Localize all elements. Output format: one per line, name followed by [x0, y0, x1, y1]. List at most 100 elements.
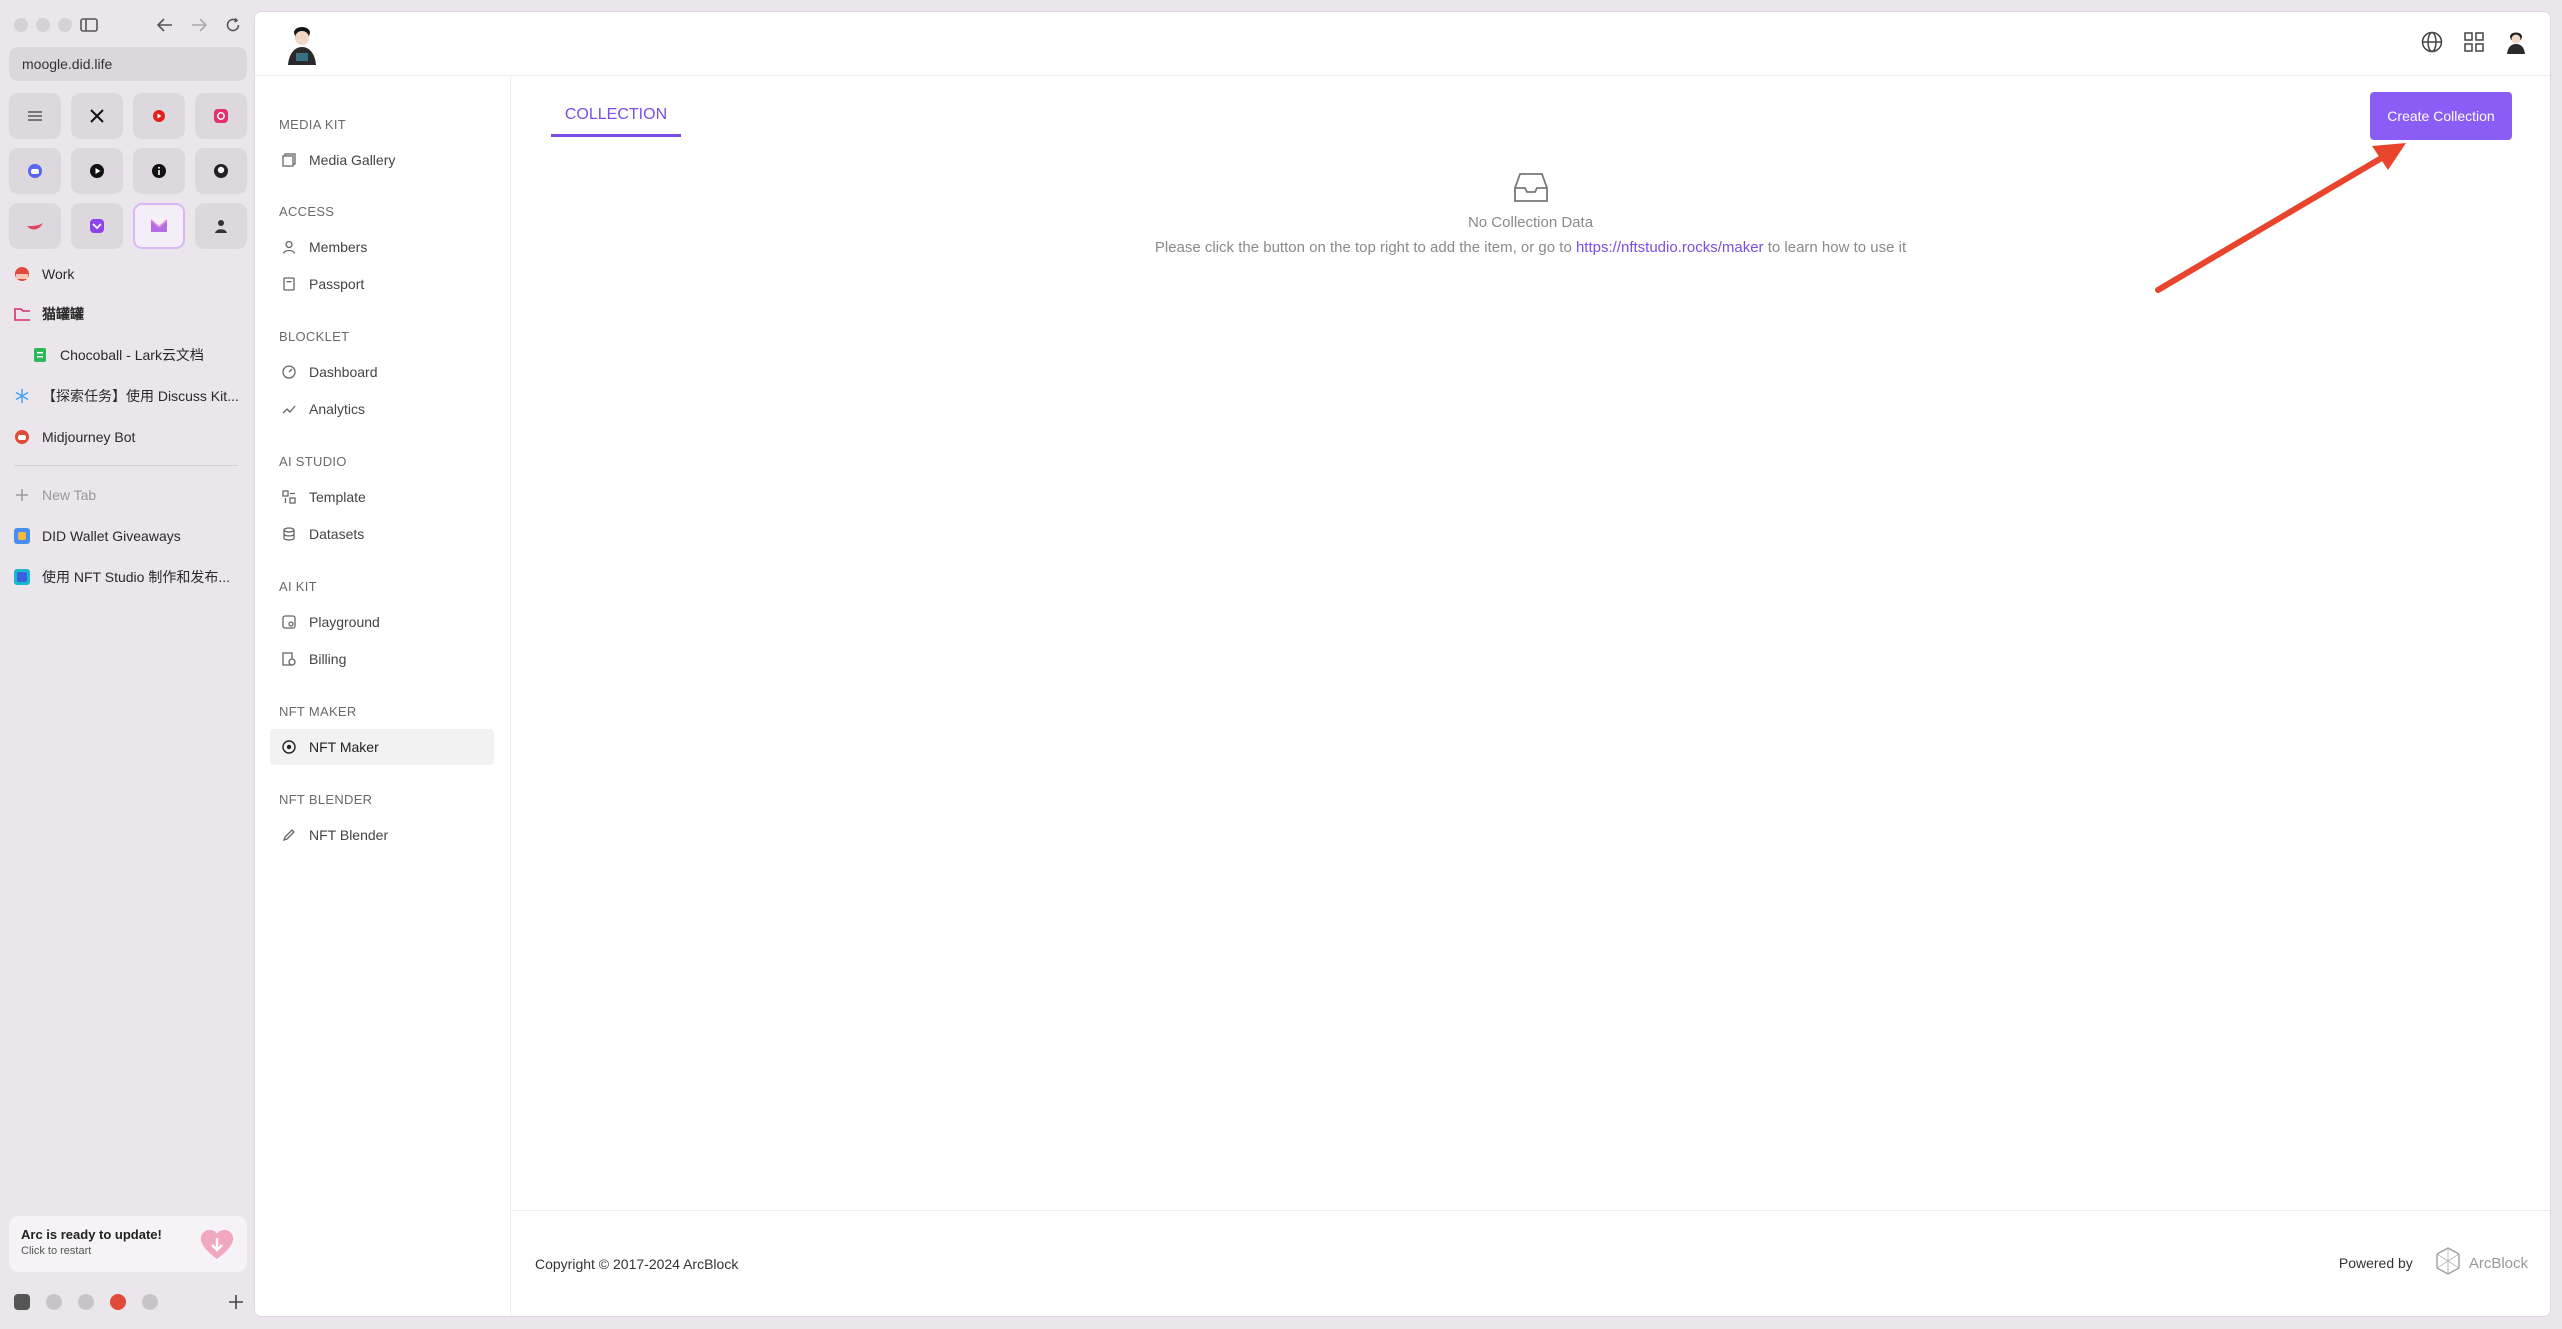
- browser-sidebar: moogle.did.life Work 猫罐罐 Chocoball - Lar…: [0, 0, 254, 1329]
- tab-label: 使用 NFT Studio 制作和发布...: [42, 569, 230, 585]
- user-icon: [281, 239, 297, 255]
- back-arrow-icon[interactable]: [152, 12, 178, 38]
- tab-folder[interactable]: 猫罐罐: [14, 299, 244, 329]
- close-window-button[interactable]: [14, 18, 28, 32]
- wallet-icon: [14, 528, 30, 544]
- sidebar-item-label: Playground: [309, 614, 380, 630]
- sidebar-item-template[interactable]: Template: [270, 479, 494, 515]
- add-space-icon[interactable]: [228, 1294, 244, 1310]
- group-media-kit: MEDIA KIT: [279, 117, 346, 132]
- snowflake-icon: [14, 388, 30, 404]
- window-controls: [14, 18, 72, 32]
- tab-midjourney[interactable]: Midjourney Bot: [14, 422, 244, 452]
- sidebar-item-billing[interactable]: Billing: [270, 641, 494, 677]
- new-tab-button[interactable]: New Tab: [14, 480, 244, 510]
- main-content: COLLECTION Create Collection No Collecti…: [511, 76, 2550, 1216]
- page-footer: Copyright © 2017-2024 ArcBlock Powered b…: [511, 1210, 2550, 1316]
- tab-label: 猫罐罐: [42, 306, 84, 322]
- sidebar-item-label: Template: [309, 489, 366, 505]
- passport-icon: [281, 276, 297, 292]
- space-icon[interactable]: [46, 1294, 62, 1310]
- reload-icon[interactable]: [220, 12, 246, 38]
- sidebar-item-dashboard[interactable]: Dashboard: [270, 354, 494, 390]
- tab-nft-studio[interactable]: 使用 NFT Studio 制作和发布...: [14, 562, 244, 592]
- pinned-tab[interactable]: [71, 203, 123, 249]
- tab-label: Midjourney Bot: [42, 429, 136, 445]
- group-access: ACCESS: [279, 204, 335, 219]
- tab-chocoball[interactable]: Chocoball - Lark云文档: [32, 340, 244, 370]
- copyright-text: Copyright © 2017-2024 ArcBlock: [535, 1256, 739, 1272]
- pinned-tab[interactable]: [9, 203, 61, 249]
- pinned-tab[interactable]: [71, 148, 123, 194]
- nftstudio-link[interactable]: https://nftstudio.rocks/maker: [1576, 239, 1764, 256]
- sidebar-item-passport[interactable]: Passport: [270, 266, 494, 302]
- sidebar-item-playground[interactable]: Playground: [270, 604, 494, 640]
- analytics-icon: [281, 401, 297, 417]
- space-switcher: [14, 1290, 244, 1314]
- empty-desc-text: Please click the button on the top right…: [1154, 239, 1572, 256]
- minimize-window-button[interactable]: [36, 18, 50, 32]
- sidebar-toggle-icon[interactable]: [76, 12, 102, 38]
- pinned-tab[interactable]: [71, 93, 123, 139]
- sidebar-item-nft-maker[interactable]: NFT Maker: [270, 729, 494, 765]
- sidebar-item-analytics[interactable]: Analytics: [270, 391, 494, 427]
- tab-did-wallet[interactable]: DID Wallet Giveaways: [14, 521, 244, 551]
- arc-update-banner[interactable]: Arc is ready to update! Click to restart: [9, 1216, 247, 1272]
- pinned-tabs: [9, 93, 249, 249]
- empty-state: No Collection Data Please click the butt…: [511, 172, 2550, 256]
- apps-grid-icon[interactable]: [2462, 30, 2486, 54]
- tab-work[interactable]: Work: [14, 259, 244, 289]
- pinned-tab[interactable]: [195, 203, 247, 249]
- empty-desc-text: to learn how to use it: [1767, 239, 1907, 256]
- zoom-window-button[interactable]: [58, 18, 72, 32]
- sidebar-item-members[interactable]: Members: [270, 229, 494, 265]
- tab-discuss-kit[interactable]: 【探索任务】使用 Discuss Kit...: [14, 381, 244, 411]
- pinned-tab[interactable]: [133, 148, 185, 194]
- sidebar-item-media-gallery[interactable]: Media Gallery: [270, 142, 494, 178]
- gallery-icon: [281, 152, 297, 168]
- group-nft-maker: NFT MAKER: [279, 704, 357, 719]
- arcblock-logo-icon: [2435, 1247, 2461, 1279]
- pinned-tab-active[interactable]: [133, 203, 185, 249]
- pinned-tab[interactable]: [9, 93, 61, 139]
- avatar-logo[interactable]: [282, 23, 322, 65]
- url-bar[interactable]: moogle.did.life: [9, 47, 247, 81]
- arcblock-brand[interactable]: ArcBlock: [2435, 1247, 2528, 1279]
- globe-icon[interactable]: [2420, 30, 2444, 54]
- group-blocklet: BLOCKLET: [279, 329, 350, 344]
- group-nft-blender: NFT BLENDER: [279, 792, 373, 807]
- sidebar-item-datasets[interactable]: Datasets: [270, 516, 494, 552]
- powered-by-label: Powered by: [2338, 1255, 2413, 1271]
- pinned-tab[interactable]: [195, 93, 247, 139]
- user-avatar-icon[interactable]: [2504, 30, 2528, 54]
- heart-download-icon: [199, 1226, 235, 1262]
- dashboard-icon: [281, 364, 297, 380]
- space-icon[interactable]: [142, 1294, 158, 1310]
- web-content: MEDIA KIT Media Gallery ACCESS Members P…: [255, 12, 2550, 1316]
- database-icon: [281, 526, 297, 542]
- app-header: [255, 12, 2550, 76]
- powered-by: Powered by ArcBlock: [2339, 1247, 2528, 1279]
- billing-icon: [281, 651, 297, 667]
- header-actions: [2420, 30, 2528, 54]
- pinned-tab[interactable]: [9, 148, 61, 194]
- create-collection-button[interactable]: Create Collection: [2370, 92, 2512, 140]
- playground-icon: [281, 614, 297, 630]
- sidebar-item-label: Datasets: [309, 526, 365, 542]
- space-icon[interactable]: [110, 1294, 126, 1310]
- empty-description: Please click the button on the top right…: [511, 239, 2550, 256]
- tab-label: DID Wallet Giveaways: [42, 528, 181, 544]
- group-ai-studio: AI STUDIO: [279, 454, 347, 469]
- forward-arrow-icon[interactable]: [186, 12, 212, 38]
- new-tab-label: New Tab: [42, 487, 97, 503]
- pinned-tab[interactable]: [195, 148, 247, 194]
- space-icon[interactable]: [78, 1294, 94, 1310]
- inbox-icon: [1513, 172, 1548, 204]
- red-dot-icon: [14, 266, 30, 282]
- space-icon[interactable]: [14, 1294, 30, 1310]
- sidebar-item-nft-blender[interactable]: NFT Blender: [270, 817, 494, 853]
- tab-collection[interactable]: COLLECTION: [551, 96, 681, 137]
- pinned-tab[interactable]: [133, 93, 185, 139]
- tab-label: Work: [42, 266, 75, 282]
- empty-title: No Collection Data: [1467, 214, 1594, 231]
